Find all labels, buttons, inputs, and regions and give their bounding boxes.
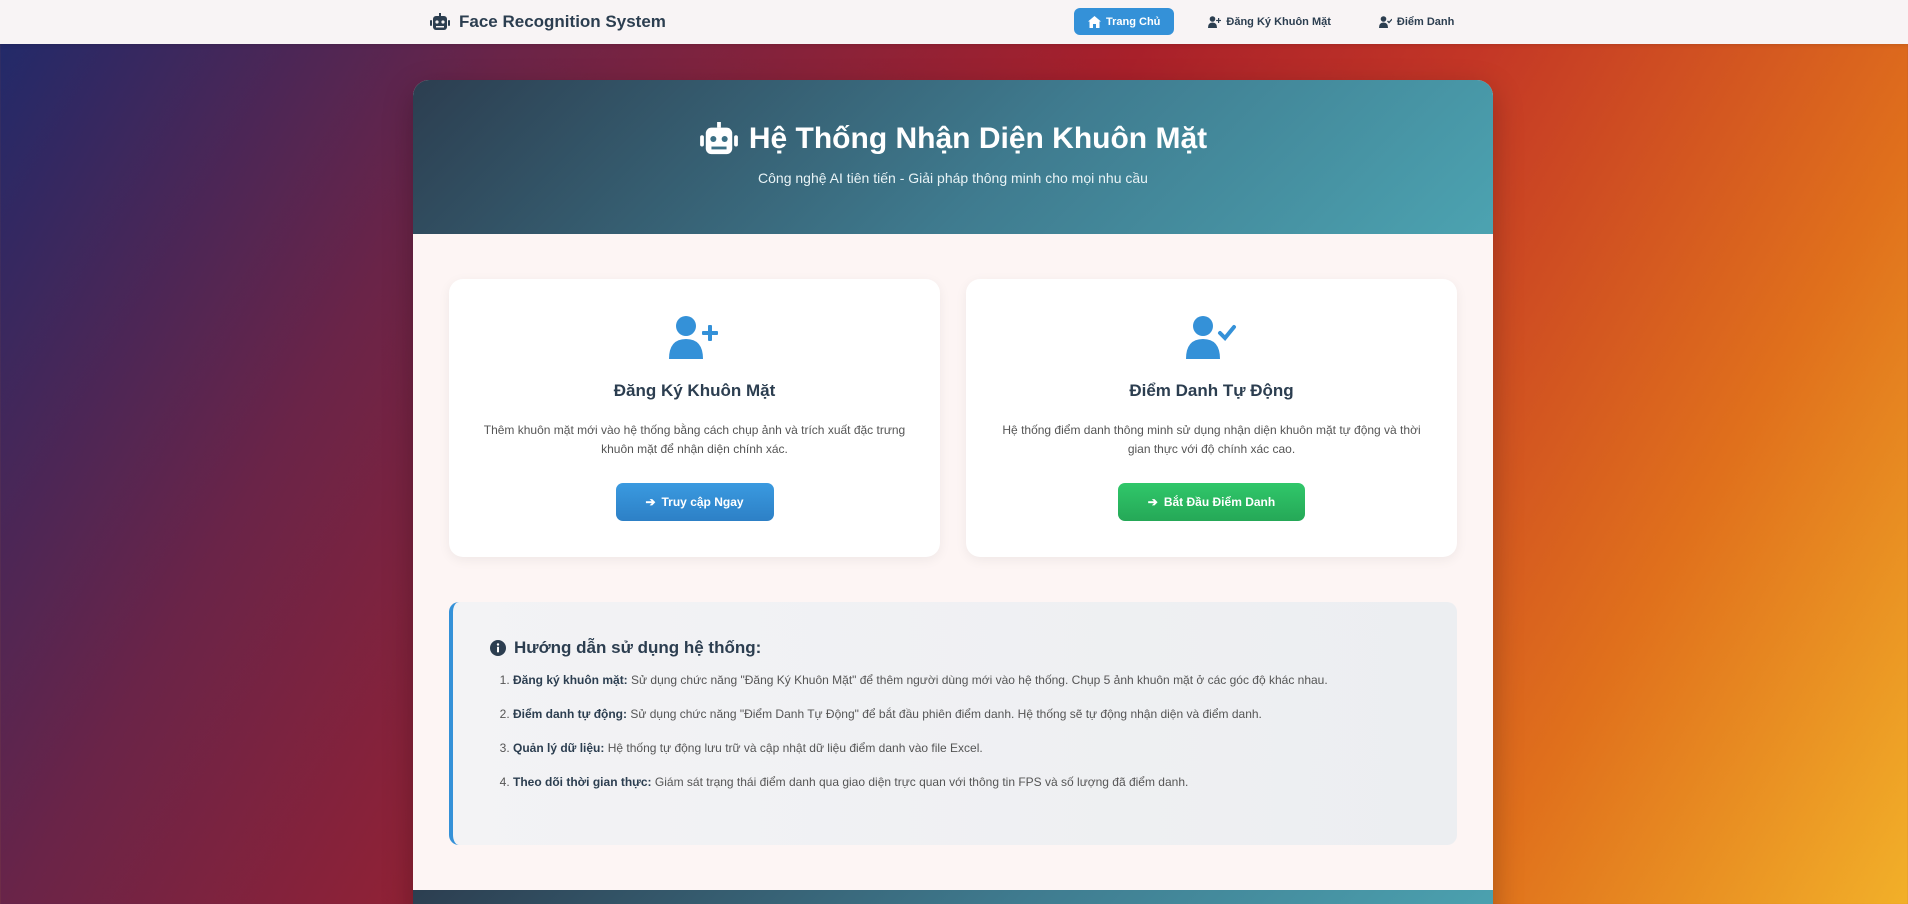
step-text: Hệ thống tự động lưu trữ và cập nhật dữ … xyxy=(607,741,983,755)
nav-menu: Trang Chủ Đăng Ký Khuôn Mặt Điểm Danh xyxy=(1074,8,1488,35)
page-title: Hệ Thống Nhận Diện Khuôn Mặt xyxy=(413,122,1493,156)
brand-name: Face Recognition System xyxy=(459,12,666,31)
list-item: Điểm danh tự động: Sử dụng chức năng "Đi… xyxy=(513,707,1457,722)
nav-item-label: Trang Chủ xyxy=(1106,15,1161,28)
info-circle-icon xyxy=(490,640,506,656)
nav-item-register[interactable]: Đăng Ký Khuôn Mặt xyxy=(1194,8,1345,35)
robot-icon xyxy=(430,13,450,30)
feature-cards: Đăng Ký Khuôn Mặt Thêm khuôn mặt mới vào… xyxy=(449,279,1457,557)
home-icon xyxy=(1088,15,1101,28)
step-label: Quản lý dữ liệu: xyxy=(513,741,605,755)
hero-header: Hệ Thống Nhận Diện Khuôn Mặt Công nghệ A… xyxy=(413,80,1493,234)
feature-description: Thêm khuôn mặt mới vào hệ thống bằng các… xyxy=(483,423,906,456)
button-label: Truy cập Ngay xyxy=(661,495,744,509)
footer-strip xyxy=(413,890,1493,904)
start-attendance-button[interactable]: ➔ Bắt Đầu Điểm Danh xyxy=(1118,483,1305,521)
button-label: Bắt Đầu Điểm Danh xyxy=(1163,495,1276,509)
guide-steps: Đăng ký khuôn mặt: Sử dụng chức năng "Đă… xyxy=(490,673,1457,790)
user-plus-icon xyxy=(1208,15,1222,28)
robot-icon xyxy=(699,122,738,155)
list-item: Theo dõi thời gian thực: Giám sát trạng … xyxy=(513,775,1457,790)
feature-card-register: Đăng Ký Khuôn Mặt Thêm khuôn mặt mới vào… xyxy=(449,279,940,557)
feature-description: Hệ thống điểm danh thông minh sử dụng nh… xyxy=(1002,423,1421,456)
user-plus-icon xyxy=(668,316,718,359)
arrow-right-icon: ➔ xyxy=(1147,495,1158,509)
user-check-icon xyxy=(1185,316,1236,359)
page-title-text: Hệ Thống Nhận Diện Khuôn Mặt xyxy=(748,122,1208,155)
step-text: Sử dụng chức năng "Đăng Ký Khuôn Mặt" để… xyxy=(631,673,1328,687)
step-label: Theo dõi thời gian thực: xyxy=(513,775,652,789)
feature-card-attendance: Điểm Danh Tự Động Hệ thống điểm danh thô… xyxy=(966,279,1457,557)
main-container: Hệ Thống Nhận Diện Khuôn Mặt Công nghệ A… xyxy=(413,80,1493,904)
access-now-button[interactable]: ➔ Truy cập Ngay xyxy=(615,483,774,521)
feature-title: Điểm Danh Tự Động xyxy=(1129,381,1294,400)
page-subtitle: Công nghệ AI tiên tiến - Giải pháp thông… xyxy=(758,170,1148,186)
feature-title: Đăng Ký Khuôn Mặt xyxy=(613,381,776,400)
user-check-icon xyxy=(1378,15,1392,28)
navbar: Face Recognition System Trang Chủ Đăng K… xyxy=(0,0,1908,44)
arrow-right-icon: ➔ xyxy=(645,495,656,509)
guide-title: Hướng dẫn sử dụng hệ thống: xyxy=(490,638,1457,658)
usage-guide: Hướng dẫn sử dụng hệ thống: Đăng ký khuô… xyxy=(449,602,1457,845)
nav-item-home[interactable]: Trang Chủ xyxy=(1074,8,1175,35)
nav-item-label: Đăng Ký Khuôn Mặt xyxy=(1226,15,1331,28)
step-label: Điểm danh tự động: xyxy=(513,707,628,721)
step-text: Giám sát trạng thái điểm danh qua giao d… xyxy=(654,775,1189,789)
list-item: Đăng ký khuôn mặt: Sử dụng chức năng "Đă… xyxy=(513,673,1457,688)
brand[interactable]: Face Recognition System xyxy=(430,0,666,44)
step-text: Sử dụng chức năng "Điểm Danh Tự Động" để… xyxy=(630,707,1262,721)
list-item: Quản lý dữ liệu: Hệ thống tự động lưu tr… xyxy=(513,741,1457,756)
nav-item-label: Điểm Danh xyxy=(1396,15,1455,28)
guide-title-text: Hướng dẫn sử dụng hệ thống: xyxy=(514,638,762,657)
nav-item-attendance[interactable]: Điểm Danh xyxy=(1365,8,1468,35)
step-label: Đăng ký khuôn mặt: xyxy=(513,673,628,687)
